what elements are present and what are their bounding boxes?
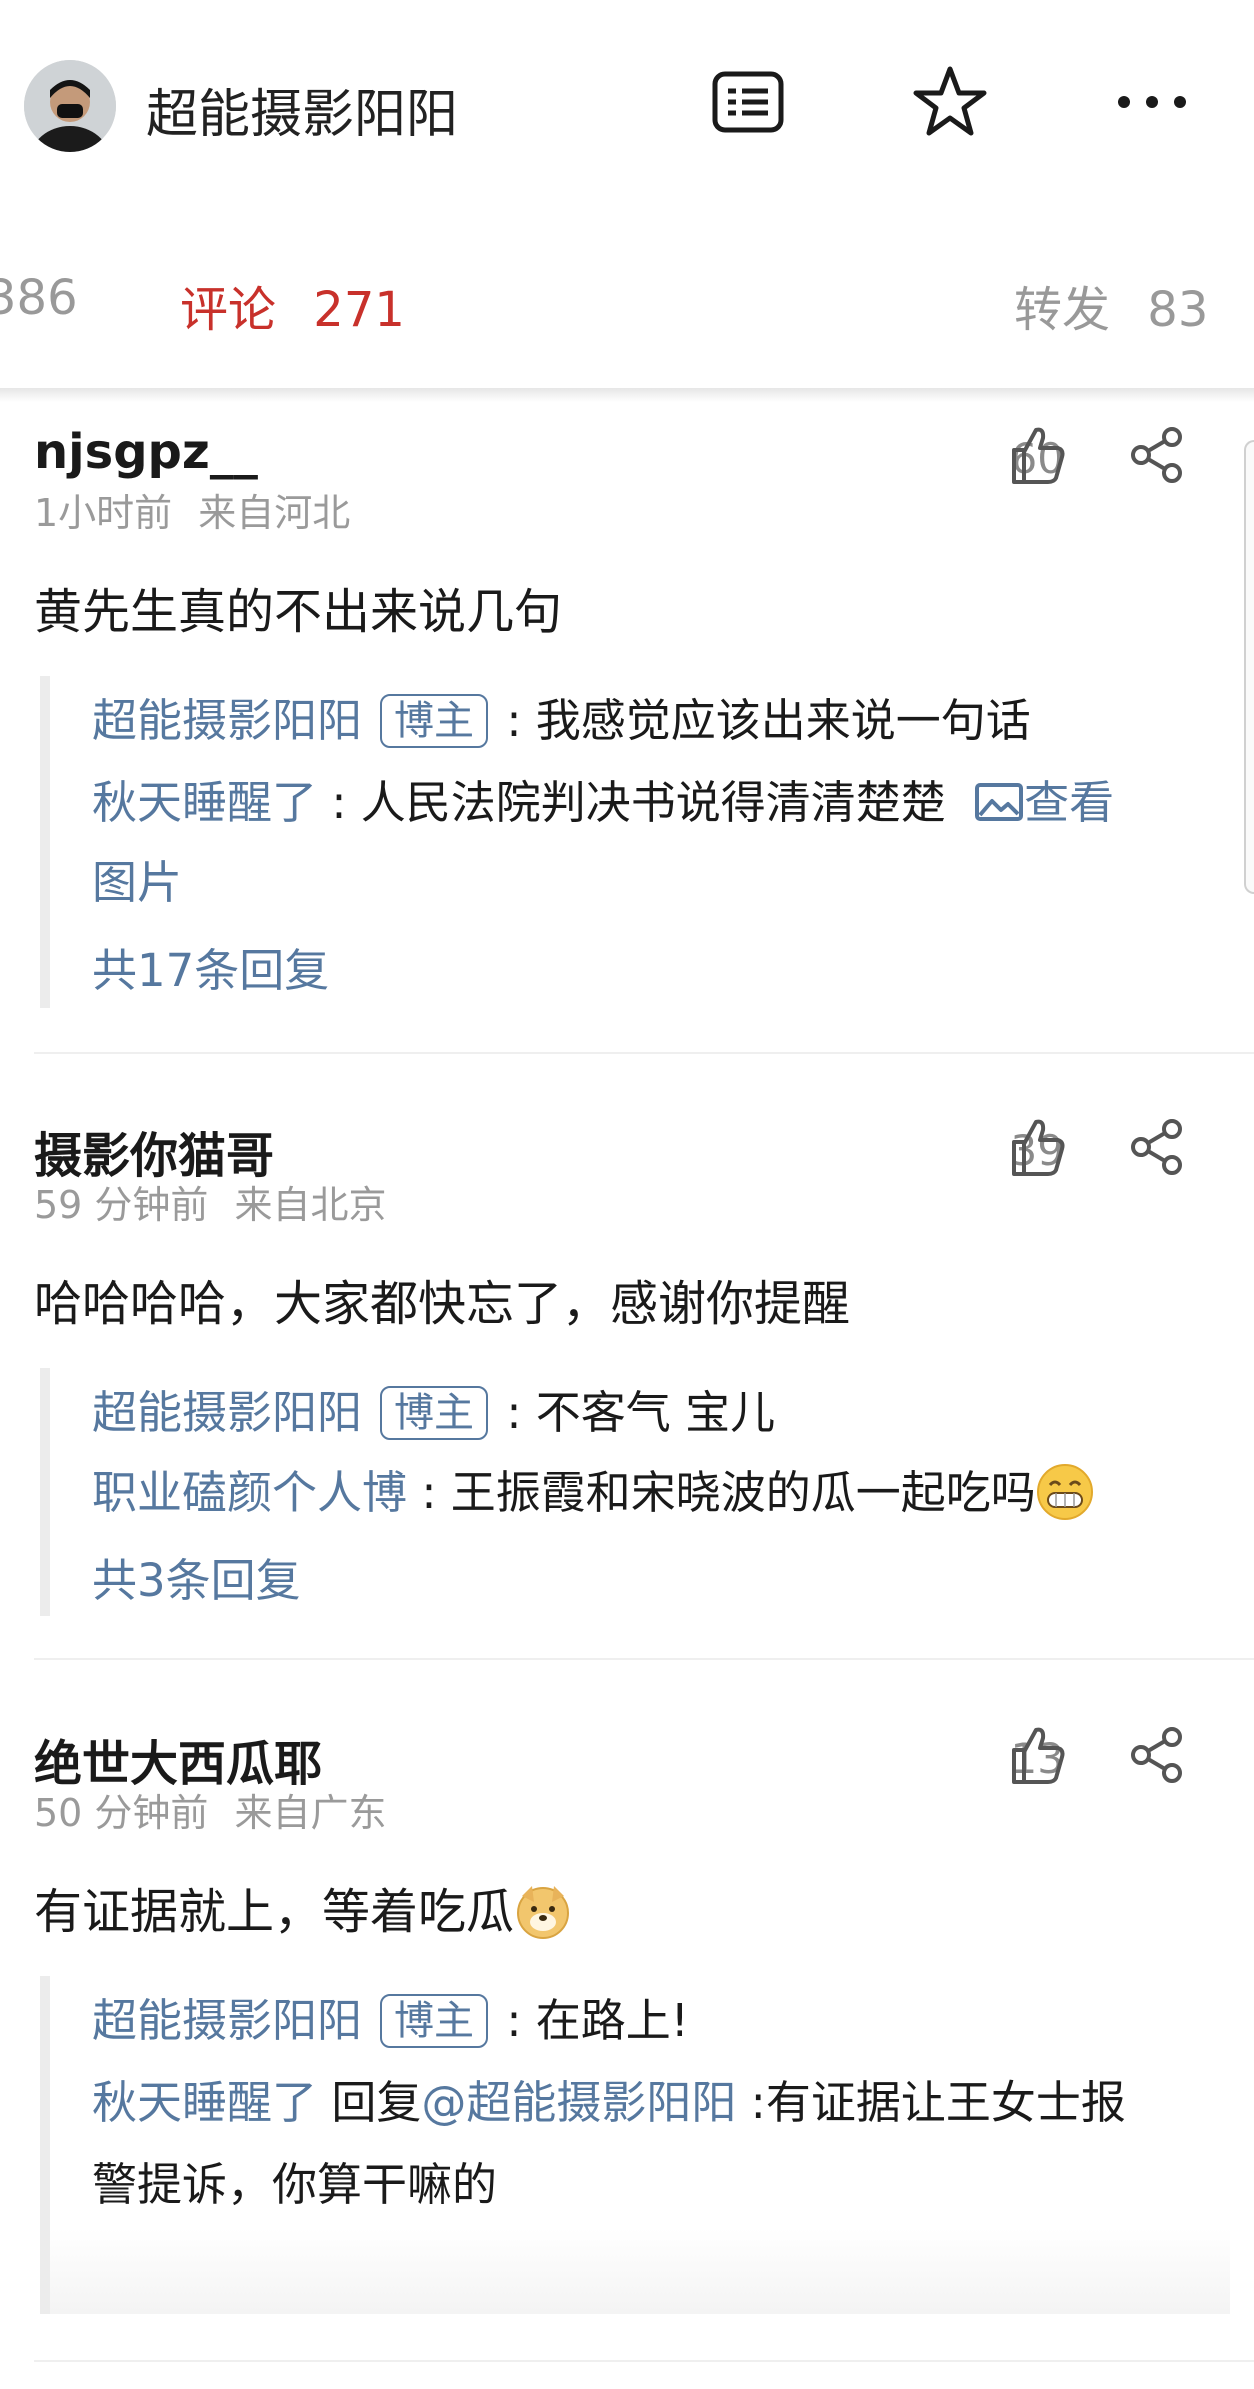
- reply-box: 超能摄影阳阳 博主 : 不客气 宝儿 职业磕颜个人博 : 王振霞和宋晓波的瓜一起吃…: [40, 1368, 1230, 1616]
- reply-separator: :: [736, 2076, 766, 2129]
- more-replies-link[interactable]: 共17条回复: [92, 934, 329, 999]
- reply-text: 有证据让王女士报: [765, 2076, 1126, 2129]
- tab-reposts-label: 转发: [1014, 282, 1111, 338]
- article-list-icon[interactable]: [708, 62, 788, 142]
- comment-location: 来自河北: [198, 491, 351, 535]
- star-icon[interactable]: [910, 62, 990, 142]
- reply-fade: [50, 2228, 1230, 2314]
- reply-item: 职业磕颜个人博 : 王振霞和宋晓波的瓜一起吃吗: [92, 1464, 1094, 1525]
- tab-reposts-count: 83: [1147, 282, 1209, 338]
- author-badge: 博主: [380, 1994, 489, 2048]
- reply-box: 超能摄影阳阳 博主 : 我感觉应该出来说一句话 秋天睡醒了 : 人民法院判决书说得…: [40, 676, 1230, 1008]
- tab-comments-count: 271: [313, 282, 405, 338]
- mention-link[interactable]: @超能摄影阳阳: [421, 2076, 736, 2129]
- reply-separator: :: [407, 1466, 451, 1519]
- comment-meta: 50 分钟前 来自广东: [34, 1782, 386, 1837]
- divider: [34, 1052, 1254, 1054]
- top-bar: 超能摄影阳阳: [0, 0, 1254, 200]
- reply-username[interactable]: 超能摄影阳阳: [92, 1386, 362, 1439]
- grin-emoji-icon: [1036, 1464, 1093, 1520]
- thumbs-up-icon[interactable]: [1010, 424, 1066, 486]
- reply-username[interactable]: 秋天睡醒了: [92, 2076, 317, 2129]
- reply-text: 我感觉应该出来说一句话: [535, 694, 1031, 747]
- reply-item: 超能摄影阳阳 博主 : 在路上!: [92, 1992, 689, 2051]
- reply-text-cont: 警提诉，你算干嘛的: [92, 2158, 498, 2211]
- comment-time: 50 分钟前: [34, 1791, 209, 1835]
- reply-text: 在路上!: [535, 1994, 689, 2047]
- comment-location: 来自北京: [234, 1183, 387, 1227]
- reply-separator: :: [492, 1994, 536, 2047]
- reply-text: 不客气 宝儿: [535, 1386, 776, 1439]
- tab-divider: [0, 388, 1254, 402]
- reply-separator: :: [492, 1386, 536, 1439]
- view-image-link[interactable]: 查看: [974, 776, 1114, 829]
- divider: [34, 2360, 1254, 2362]
- reply-username[interactable]: 超能摄影阳阳: [92, 1994, 362, 2047]
- divider: [34, 1658, 1254, 1660]
- comment-meta: 1小时前 来自河北: [34, 482, 350, 537]
- comment-username[interactable]: njsgpz__: [34, 424, 258, 480]
- doge-emoji-icon: [517, 1886, 570, 1939]
- tab-comments-label: 评论: [180, 282, 277, 338]
- tab-bar: 386 评论 271 转发 83: [0, 250, 1254, 390]
- reply-item: 超能摄影阳阳 博主 : 我感觉应该出来说一句话: [92, 692, 1031, 751]
- reply-separator: :: [492, 694, 536, 747]
- reply-username[interactable]: 秋天睡醒了: [92, 776, 317, 829]
- share-icon[interactable]: [1128, 1118, 1186, 1176]
- share-icon[interactable]: [1128, 426, 1186, 484]
- tab-comments[interactable]: 评论 271: [180, 270, 405, 340]
- comment-time: 59 分钟前: [34, 1183, 209, 1227]
- avatar[interactable]: [24, 60, 116, 152]
- author-badge: 博主: [380, 694, 489, 748]
- view-image-label: 查看: [1024, 776, 1115, 829]
- reply-box: 超能摄影阳阳 博主 : 在路上! 秋天睡醒了 回复@超能摄影阳阳 :有证据让王女士…: [40, 1976, 1230, 2314]
- scrollbar[interactable]: [1244, 440, 1254, 894]
- reply-text: 王振霞和宋晓波的瓜一起吃吗: [450, 1466, 1036, 1519]
- tab-reposts[interactable]: 转发 83: [1014, 270, 1208, 340]
- reply-item: 超能摄影阳阳 博主 : 不客气 宝儿: [92, 1384, 775, 1443]
- comment-meta: 59 分钟前 来自北京: [34, 1174, 386, 1229]
- thumbs-up-icon[interactable]: [1010, 1116, 1066, 1178]
- reply-verb: 回复: [317, 2076, 422, 2129]
- reply-username[interactable]: 职业磕颜个人博: [92, 1466, 407, 1519]
- comment-text: 黄先生真的不出来说几句: [34, 584, 563, 640]
- comment-time: 1小时前: [34, 491, 173, 535]
- reply-separator: :: [317, 776, 361, 829]
- reply-username[interactable]: 超能摄影阳阳: [92, 694, 362, 747]
- author-badge: 博主: [380, 1386, 489, 1440]
- image-icon: [975, 783, 1024, 821]
- reply-item: 秋天睡醒了 回复@超能摄影阳阳 :有证据让王女士报: [92, 2074, 1126, 2132]
- thumbs-up-icon[interactable]: [1010, 1724, 1066, 1786]
- page-title: 超能摄影阳阳: [146, 85, 459, 145]
- reply-item: 秋天睡醒了 : 人民法院判决书说得清清楚楚 查看: [92, 774, 1114, 832]
- reply-text: 人民法院判决书说得清清楚楚: [360, 776, 946, 829]
- more-replies-link[interactable]: 共3条回复: [92, 1544, 301, 1609]
- comment-location: 来自广东: [234, 1791, 387, 1835]
- tab-likes-count: 386: [0, 270, 78, 326]
- tab-likes[interactable]: 386: [0, 270, 78, 326]
- comment-text: 有证据就上，等着吃瓜: [34, 1872, 572, 1944]
- view-image-link-cont[interactable]: 图片: [92, 854, 182, 912]
- comment-text-body: 有证据就上，等着吃瓜: [34, 1884, 515, 1940]
- share-icon[interactable]: [1128, 1726, 1186, 1784]
- more-icon[interactable]: [1112, 62, 1192, 142]
- comment-text: 哈哈哈哈，大家都快忘了，感谢你提醒: [34, 1276, 851, 1332]
